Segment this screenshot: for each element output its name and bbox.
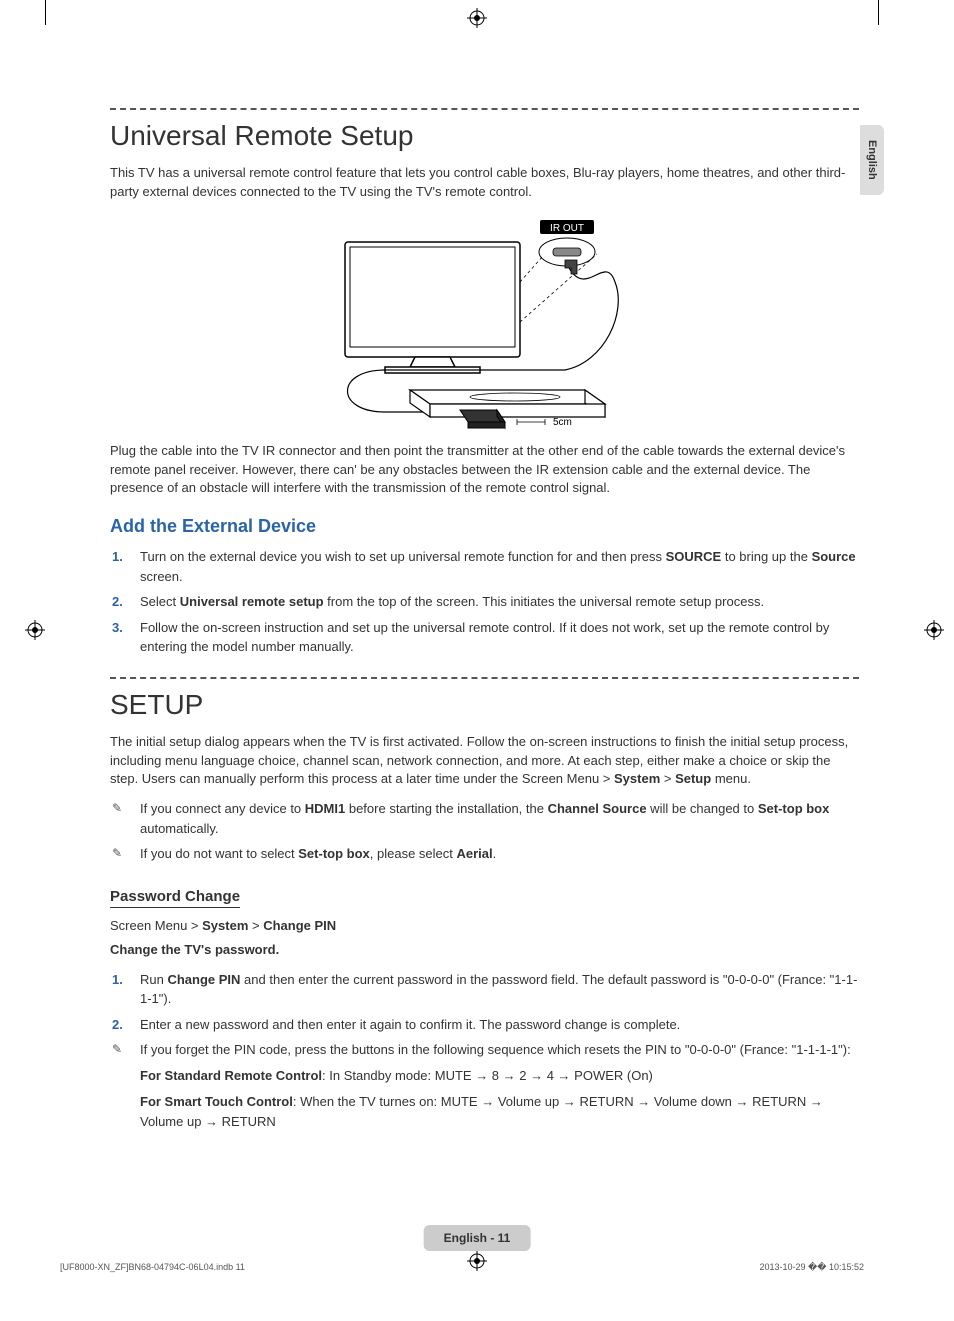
password-breadcrumb: Screen Menu > System > Change PIN <box>110 918 859 933</box>
add-device-steps: Turn on the external device you wish to … <box>110 547 859 657</box>
note-item: If you do not want to select Set-top box… <box>130 844 859 864</box>
step-item: Turn on the external device you wish to … <box>130 547 859 586</box>
step-item: Select Universal remote setup from the t… <box>130 592 859 612</box>
subsection-add-external-device: Add the External Device <box>110 516 859 537</box>
after-diagram-text: Plug the cable into the TV IR connector … <box>110 442 859 499</box>
page-number-pill: English - 11 <box>424 1225 531 1251</box>
step-item: Run Change PIN and then enter the curren… <box>130 970 859 1009</box>
section-title-universal-remote: Universal Remote Setup <box>110 120 859 152</box>
section-divider <box>110 677 859 679</box>
document-meta: [UF8000-XN_ZF]BN68-04794C-06L04.indb 11 … <box>60 1262 864 1273</box>
password-steps: Run Change PIN and then enter the curren… <box>110 970 859 1035</box>
password-change-title: Password Change <box>110 888 240 908</box>
standard-remote-sequence: For Standard Remote Control: In Standby … <box>140 1066 859 1086</box>
doc-meta-right: 2013-10-29 �� 10:15:52 <box>759 1262 864 1273</box>
change-password-label: Change the TV's password. <box>110 941 859 960</box>
intro-text: This TV has a universal remote control f… <box>110 164 859 202</box>
setup-notes: If you connect any device to HDMI1 befor… <box>110 799 859 864</box>
setup-intro: The initial setup dialog appears when th… <box>110 733 859 790</box>
section-title-setup: SETUP <box>110 689 859 721</box>
note-item: If you forget the PIN code, press the bu… <box>130 1040 859 1060</box>
step-item: Follow the on-screen instruction and set… <box>130 618 859 657</box>
note-item: If you connect any device to HDMI1 befor… <box>130 799 859 838</box>
smart-touch-remote-sequence: For Smart Touch Control: When the TV tur… <box>140 1092 859 1132</box>
distance-label: 5cm <box>553 417 572 428</box>
connection-diagram: IR OUT 5cm <box>110 212 859 432</box>
step-item: Enter a new password and then enter it a… <box>130 1015 859 1035</box>
password-note: If you forget the PIN code, press the bu… <box>110 1040 859 1060</box>
section-divider <box>110 108 859 110</box>
doc-meta-left: [UF8000-XN_ZF]BN68-04794C-06L04.indb 11 <box>60 1262 245 1273</box>
ir-out-label: IR OUT <box>550 223 584 234</box>
